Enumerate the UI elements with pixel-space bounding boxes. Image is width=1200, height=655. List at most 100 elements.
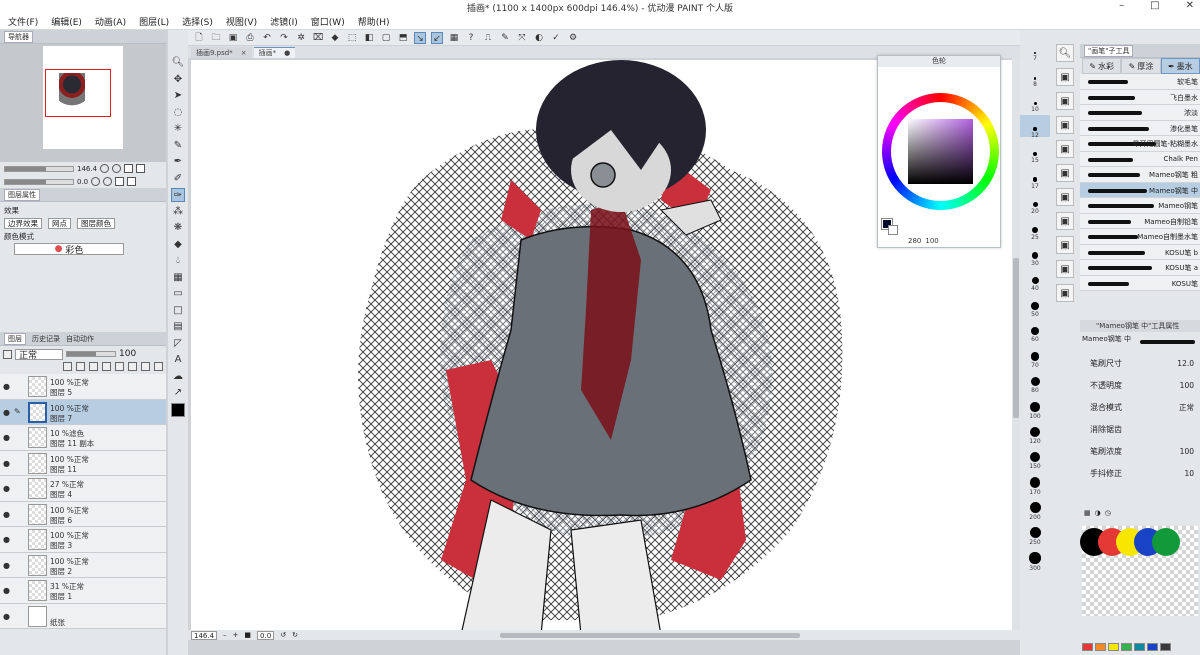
eyedropper-icon[interactable]: ✎ [171,139,185,153]
layer-type-icon[interactable] [3,349,12,359]
brush-size-60[interactable]: 60 [1020,327,1050,343]
palette-swatch[interactable] [1134,643,1145,651]
layer-row[interactable]: ● ✎ 100 %正常 图层 7 [0,399,166,425]
tool-property-value[interactable]: 100 [1180,381,1194,390]
layer-color-button[interactable]: 图层颜色 [77,218,115,229]
pen-icon[interactable]: ✎ [499,32,511,44]
text-tool-icon[interactable]: A [171,353,185,367]
check-icon[interactable]: ✓ [550,32,562,44]
camera-icon-8[interactable]: ▣ [1056,236,1074,254]
status-zoom-out-icon[interactable]: – [223,631,227,639]
eye-icon[interactable]: ● [3,408,10,417]
camera-icon-9[interactable]: ▣ [1056,260,1074,278]
eye-icon[interactable]: ● [3,382,10,391]
brush-size-15[interactable]: 15 [1020,152,1050,164]
redo-icon[interactable]: ↷ [278,32,290,44]
close-icon[interactable]: ✕ [1186,0,1194,11]
tab-watercolor[interactable]: ✎ 水彩 [1082,58,1122,74]
brush-row[interactable]: Mameo钢笔 [1080,198,1200,214]
new-layer-icon[interactable] [115,361,124,371]
brush-tool-icon[interactable]: ✑ [171,188,185,202]
brush-row[interactable]: 浓淡 [1080,105,1200,121]
clip-icon[interactable] [76,361,85,371]
tone-button[interactable]: 网点 [48,218,71,229]
mixing-palette[interactable] [1080,526,1198,616]
palette-blend-icon[interactable]: ◑ [1095,509,1101,517]
help-icon[interactable]: ? [465,32,477,44]
brush-row[interactable]: Mameo钢笔 粗 [1080,167,1200,183]
status-zoom[interactable]: 146.4 [191,630,218,640]
undo-icon[interactable]: ↶ [261,32,273,44]
gradient-tool-icon[interactable]: ▭ [171,287,185,301]
status-angle[interactable]: 0.0 [257,630,275,640]
status-rotate-right-icon[interactable]: ↻ [292,631,298,639]
brush-row[interactable]: KOSU笔 [1080,275,1200,291]
color-icon[interactable]: ◐ [533,32,545,44]
brush-size-300[interactable]: 300 [1020,552,1050,572]
brush-row[interactable]: KOSU笔 a [1080,260,1200,276]
fill-tool-icon[interactable]: ▦ [171,271,185,285]
brush-size-80[interactable]: 80 [1020,377,1050,394]
layer-row[interactable]: ● 100 %正常 图层 6 [0,501,166,527]
tool-property-value[interactable]: 10 [1184,469,1194,478]
decoration-tool-icon[interactable]: ❋ [171,221,185,235]
layer-opacity-value[interactable]: 100 [119,349,136,359]
palette-swatch[interactable] [1082,643,1093,651]
print-icon[interactable]: ⎙ [244,32,256,44]
delete-layer-icon[interactable] [154,361,163,371]
minimize-icon[interactable]: – [1119,0,1124,11]
blend-mode-select[interactable]: 正常 [15,348,63,361]
select-all-icon[interactable]: ▢ [380,32,392,44]
menu-layer[interactable]: 图层(L) [139,15,169,28]
menu-filter[interactable]: 滤镜(I) [270,15,298,28]
layer-opacity-slider[interactable] [66,351,116,357]
layer-row[interactable]: ● 100 %正常 图层 3 [0,527,166,553]
palette-color-circle[interactable] [1152,528,1180,556]
maximize-icon[interactable]: □ [1150,0,1159,11]
vertical-scrollbar[interactable] [1012,58,1020,630]
palette-swatch[interactable] [1108,643,1119,651]
palette-swatch[interactable] [1160,643,1171,651]
tool-property-row[interactable]: 手抖修正 10 [1080,462,1200,484]
eye-icon[interactable]: ● [3,586,10,595]
menu-help[interactable]: 帮助(H) [358,15,390,28]
show-selection-icon[interactable]: ⬒ [397,32,409,44]
camera-icon-1[interactable]: ▣ [1056,68,1074,86]
camera-icon-7[interactable]: ▣ [1056,212,1074,230]
ruler-icon[interactable]: ⎍ [482,32,494,44]
blend-tool-icon[interactable]: 💧︎ [171,254,185,268]
palette-tab-icon[interactable]: ▦ [1084,509,1091,517]
search-icon[interactable]: 🔍︎ [1056,44,1074,62]
brush-size-150[interactable]: 150 [1020,452,1050,470]
brush-size-250[interactable]: 250 [1020,527,1050,546]
snap-special-ruler-icon[interactable]: ↙ [431,31,443,44]
vertical-scrollbar-thumb[interactable] [1013,258,1019,418]
layer-row[interactable]: ● 27 %正常 图层 4 [0,476,166,502]
doc-tab-2[interactable]: 插画* ● [253,47,296,58]
palette-swatch[interactable] [1147,643,1158,651]
brush-size-70[interactable]: 70 [1020,352,1050,369]
tool-property-value[interactable]: 正常 [1179,402,1194,413]
menu-view[interactable]: 视图(V) [226,15,257,28]
menu-file[interactable]: 文件(F) [8,15,38,28]
camera-icon-2[interactable]: ▣ [1056,92,1074,110]
brush-size-170[interactable]: 170 [1020,477,1050,496]
angle-slider[interactable] [4,178,74,185]
brush-size-25[interactable]: 25 [1020,227,1050,241]
layer-row[interactable]: ● 纸张 [0,603,166,629]
menu-select[interactable]: 选择(S) [182,15,213,28]
layer-row[interactable]: ● 100 %正常 图层 11 [0,450,166,476]
tab-auto-action[interactable]: 自动动作 [66,334,94,344]
eye-icon[interactable]: ● [3,561,10,570]
snap-ruler-icon[interactable]: ↘ [414,31,426,44]
palette-history-icon[interactable]: ◷ [1105,509,1111,517]
zoom-slider[interactable] [4,165,74,172]
eye-icon[interactable]: ● [3,433,10,442]
brush-size-10[interactable]: 10 [1020,102,1050,113]
transform-icon[interactable]: ⤧ [516,32,528,44]
brush-row[interactable]: Mameo钢笔 中 [1080,182,1200,198]
invert-icon[interactable]: ◧ [363,32,375,44]
doc-tab-2-close-icon[interactable]: ● [284,49,290,57]
reset-rotate-icon[interactable] [115,177,125,186]
tool-property-row[interactable]: 混合模式 正常 [1080,396,1200,418]
